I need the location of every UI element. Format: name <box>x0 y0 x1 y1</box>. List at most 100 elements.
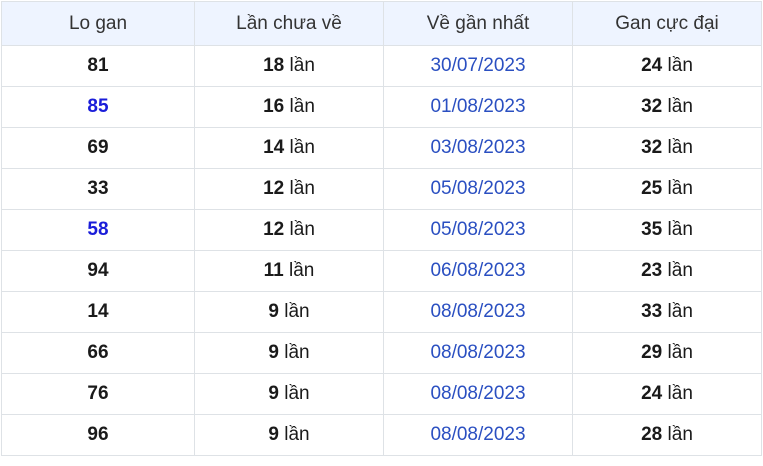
last-date-cell: 03/08/2023 <box>383 127 573 169</box>
header-lo-gan: Lo gan <box>1 1 195 46</box>
lo-number: 76 <box>87 383 109 404</box>
lo-number-cell: 76 <box>1 373 195 415</box>
missed-count-cell: 16 lần <box>194 86 384 128</box>
last-date-cell: 06/08/2023 <box>383 250 573 292</box>
header-lan-chua-ve: Lần chưa về <box>194 1 384 46</box>
unit-label: lần <box>284 383 310 404</box>
max-gan-cell: 25 lần <box>572 168 762 210</box>
unit-label: lần <box>667 55 693 76</box>
max-gan-count: 28 <box>641 424 663 445</box>
last-date: 06/08/2023 <box>430 260 526 281</box>
max-gan-count: 32 <box>641 96 663 117</box>
unit-label: lần <box>284 424 310 445</box>
last-date-cell: 08/08/2023 <box>383 414 573 456</box>
last-date: 08/08/2023 <box>430 342 526 363</box>
unit-label: lần <box>667 178 693 199</box>
max-gan-cell: 29 lần <box>572 332 762 374</box>
missed-count: 9 <box>268 342 279 363</box>
missed-count-cell: 9 lần <box>194 373 384 415</box>
missed-count-cell: 12 lần <box>194 168 384 210</box>
unit-label: lần <box>667 383 693 404</box>
last-date: 03/08/2023 <box>430 137 526 158</box>
unit-label: lần <box>667 137 693 158</box>
unit-label: lần <box>284 301 310 322</box>
lo-number: 81 <box>87 55 109 76</box>
table-row: 69 14 lần 03/08/2023 32 lần <box>1 127 762 169</box>
lo-number-cell: 85 <box>1 86 195 128</box>
unit-label: lần <box>667 219 693 240</box>
unit-label: lần <box>289 55 315 76</box>
max-gan-cell: 23 lần <box>572 250 762 292</box>
last-date: 05/08/2023 <box>430 178 526 199</box>
unit-label: lần <box>289 178 315 199</box>
missed-count-cell: 9 lần <box>194 291 384 333</box>
missed-count: 12 <box>263 219 285 240</box>
lo-number: 58 <box>87 219 109 240</box>
unit-label: lần <box>289 219 315 240</box>
missed-count-cell: 9 lần <box>194 332 384 374</box>
missed-count-cell: 11 lần <box>194 250 384 292</box>
missed-count: 16 <box>263 96 285 117</box>
max-gan-count: 23 <box>641 260 663 281</box>
missed-count: 11 <box>263 260 284 281</box>
table-row: 58 12 lần 05/08/2023 35 lần <box>1 209 762 251</box>
lo-gan-table-container: Lo gan Lần chưa về Về gần nhất Gan cực đ… <box>1 1 762 456</box>
max-gan-cell: 28 lần <box>572 414 762 456</box>
last-date: 01/08/2023 <box>430 96 526 117</box>
lo-number: 69 <box>87 137 109 158</box>
last-date-cell: 01/08/2023 <box>383 86 573 128</box>
lo-number: 96 <box>87 424 109 445</box>
missed-count-cell: 18 lần <box>194 45 384 87</box>
unit-label: lần <box>289 96 315 117</box>
missed-count-cell: 14 lần <box>194 127 384 169</box>
max-gan-count: 33 <box>641 301 663 322</box>
lo-number-cell: 14 <box>1 291 195 333</box>
last-date: 05/08/2023 <box>430 219 526 240</box>
table-header-row: Lo gan Lần chưa về Về gần nhất Gan cực đ… <box>1 1 762 46</box>
table-row: 81 18 lần 30/07/2023 24 lần <box>1 45 762 87</box>
max-gan-cell: 35 lần <box>572 209 762 251</box>
last-date-cell: 08/08/2023 <box>383 373 573 415</box>
max-gan-count: 32 <box>641 137 663 158</box>
table-row: 66 9 lần 08/08/2023 29 lần <box>1 332 762 374</box>
table-row: 76 9 lần 08/08/2023 24 lần <box>1 373 762 415</box>
lo-number: 94 <box>87 260 109 281</box>
last-date-cell: 05/08/2023 <box>383 168 573 210</box>
last-date-cell: 30/07/2023 <box>383 45 573 87</box>
missed-count: 12 <box>263 178 285 199</box>
header-gan-cuc-dai: Gan cực đại <box>572 1 762 46</box>
missed-count: 9 <box>268 383 279 404</box>
lo-number-cell: 96 <box>1 414 195 456</box>
missed-count: 18 <box>263 55 285 76</box>
lo-number: 85 <box>87 96 109 117</box>
lo-number: 66 <box>87 342 109 363</box>
max-gan-count: 29 <box>641 342 663 363</box>
lo-gan-table: Lo gan Lần chưa về Về gần nhất Gan cực đ… <box>1 1 762 456</box>
missed-count-cell: 12 lần <box>194 209 384 251</box>
unit-label: lần <box>667 260 693 281</box>
lo-number-cell: 58 <box>1 209 195 251</box>
missed-count-cell: 9 lần <box>194 414 384 456</box>
lo-number-cell: 66 <box>1 332 195 374</box>
table-row: 85 16 lần 01/08/2023 32 lần <box>1 86 762 128</box>
last-date: 08/08/2023 <box>430 383 526 404</box>
unit-label: lần <box>667 301 693 322</box>
header-ve-gan-nhat: Về gần nhất <box>383 1 573 46</box>
lo-number: 14 <box>87 301 109 322</box>
last-date-cell: 05/08/2023 <box>383 209 573 251</box>
unit-label: lần <box>289 137 315 158</box>
last-date: 30/07/2023 <box>430 55 526 76</box>
max-gan-cell: 24 lần <box>572 45 762 87</box>
table-row: 33 12 lần 05/08/2023 25 lần <box>1 168 762 210</box>
table-row: 94 11 lần 06/08/2023 23 lần <box>1 250 762 292</box>
last-date-cell: 08/08/2023 <box>383 291 573 333</box>
unit-label: lần <box>289 260 315 281</box>
unit-label: lần <box>667 96 693 117</box>
last-date: 08/08/2023 <box>430 301 526 322</box>
table-row: 14 9 lần 08/08/2023 33 lần <box>1 291 762 333</box>
lo-number: 33 <box>87 178 109 199</box>
max-gan-count: 25 <box>641 178 663 199</box>
max-gan-cell: 32 lần <box>572 86 762 128</box>
last-date: 08/08/2023 <box>430 424 526 445</box>
max-gan-count: 24 <box>641 55 663 76</box>
